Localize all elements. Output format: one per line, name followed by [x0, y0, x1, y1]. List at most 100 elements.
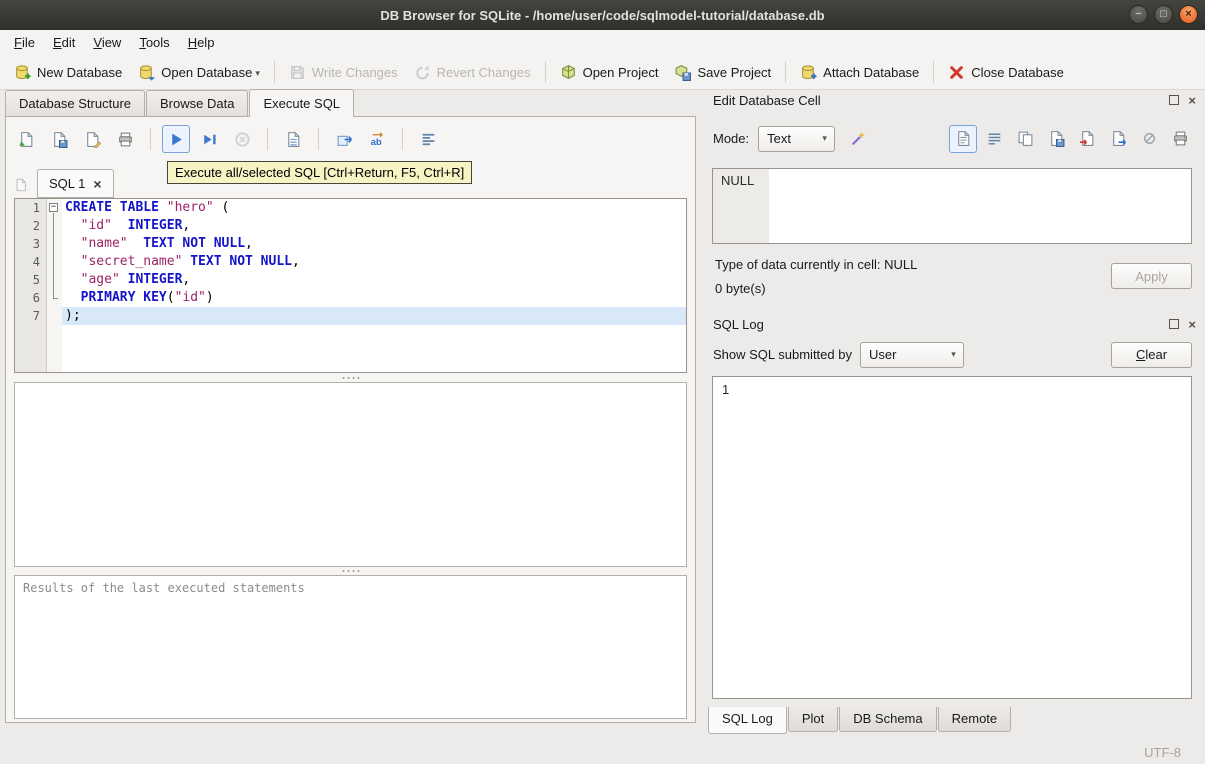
- attach-database-button[interactable]: Attach Database: [792, 59, 927, 86]
- code-text[interactable]: );: [62, 307, 686, 325]
- execute-all-button[interactable]: [162, 125, 190, 153]
- submitter-filter-label: Show SQL submitted by: [713, 347, 852, 362]
- results-message-area[interactable]: Results of the last executed statements: [14, 575, 687, 719]
- import-icon-button[interactable]: [1073, 125, 1101, 153]
- cell-type-info: Type of data currently in cell: NULL: [715, 257, 918, 272]
- menu-tools[interactable]: Tools: [130, 32, 178, 53]
- results-placeholder: Results of the last executed statements: [23, 581, 305, 595]
- code-text[interactable]: "name" TEXT NOT NULL,: [62, 235, 686, 253]
- minimize-button[interactable]: −: [1129, 5, 1148, 24]
- new-sql-tab-icon[interactable]: [14, 178, 28, 192]
- sql-editor-lines: 1− CREATE TABLE "hero" (2 "id" INTEGER, 3 …: [15, 199, 686, 325]
- close-button[interactable]: ×: [1179, 5, 1198, 24]
- splitter-handle[interactable]: [342, 568, 359, 574]
- editor-line: 2 "id" INTEGER,: [15, 217, 686, 235]
- sql-editor[interactable]: 1− CREATE TABLE "hero" (2 "id" INTEGER, 3 …: [14, 198, 687, 373]
- maximize-button[interactable]: □: [1154, 5, 1173, 24]
- save-sql-button[interactable]: [45, 125, 73, 153]
- wand-icon-button[interactable]: [844, 125, 872, 153]
- toolbar-separator: [544, 61, 546, 83]
- code-text[interactable]: "id" INTEGER,: [62, 217, 686, 235]
- line-number: 7: [32, 309, 40, 323]
- cell-editor[interactable]: NULL: [712, 168, 1192, 244]
- open-project-button[interactable]: Open Project: [552, 59, 667, 86]
- menu-help[interactable]: Help: [179, 32, 224, 53]
- sql-log-toolbar: Show SQL submitted by User ▾ Clear: [713, 341, 1192, 368]
- code-text[interactable]: PRIMARY KEY("id"): [62, 289, 686, 307]
- tab-browse-data[interactable]: Browse Data: [146, 90, 249, 116]
- dock-tab-remote[interactable]: Remote: [937, 707, 1012, 732]
- toolbar-button-label: Write Changes: [311, 64, 398, 80]
- line-number: 6: [32, 291, 40, 305]
- save-project-button[interactable]: Save Project: [666, 59, 779, 86]
- export-icon: [1110, 130, 1127, 147]
- execute-all-icon: [168, 131, 185, 148]
- line-number: 1: [32, 201, 40, 215]
- copy-icon-button[interactable]: [1011, 125, 1039, 153]
- close-tab-icon[interactable]: ×: [93, 177, 101, 191]
- new-database-icon: [14, 64, 31, 81]
- open-tab-button[interactable]: [330, 125, 358, 153]
- dock-controls: ×: [1169, 318, 1196, 331]
- close-dock-icon[interactable]: ×: [1188, 94, 1196, 107]
- results-grid[interactable]: [14, 382, 687, 567]
- dock-tab-db-schema[interactable]: DB Schema: [839, 707, 937, 732]
- tab-execute-sql[interactable]: Execute SQL: [249, 89, 355, 117]
- line-number: 2: [32, 219, 40, 233]
- splitter-handle[interactable]: [342, 375, 359, 381]
- close-database-button[interactable]: Close Database: [940, 59, 1072, 86]
- document-icon: [955, 130, 972, 147]
- sql-editor-tab[interactable]: SQL 1 ×: [37, 169, 114, 198]
- mode-combobox[interactable]: Text ▾: [758, 125, 836, 152]
- main-tab-bar: Database Structure Browse Data Execute SQL: [5, 89, 355, 117]
- cell-value: NULL: [721, 173, 755, 188]
- tab-database-structure[interactable]: Database Structure: [5, 90, 146, 116]
- svg-text:ab: ab: [370, 136, 381, 147]
- edit-cell-toolbar: Mode: Text ▾: [713, 124, 1194, 153]
- title-bar[interactable]: DB Browser for SQLite - /home/user/code/…: [0, 0, 1205, 30]
- code-text[interactable]: "age" INTEGER,: [62, 271, 686, 289]
- fold-guide: [46, 271, 62, 289]
- menu-file[interactable]: File: [5, 32, 44, 53]
- code-text[interactable]: "secret_name" TEXT NOT NULL,: [62, 253, 686, 271]
- null-icon-button[interactable]: [1135, 125, 1163, 153]
- print-button[interactable]: [111, 125, 139, 153]
- close-dock-icon[interactable]: ×: [1188, 318, 1196, 331]
- float-dock-icon[interactable]: [1169, 95, 1180, 105]
- document-icon-button[interactable]: [949, 124, 977, 153]
- save-sql-icon: [1048, 130, 1065, 147]
- sql-log-area[interactable]: 1: [712, 376, 1192, 699]
- export-icon-button[interactable]: [1104, 125, 1132, 153]
- editor-line: 6 PRIMARY KEY("id"): [15, 289, 686, 307]
- new-database-button[interactable]: New Database: [6, 59, 130, 86]
- save-sql-as-button[interactable]: [78, 125, 106, 153]
- fold-marker-icon[interactable]: −: [46, 199, 62, 217]
- code-text[interactable]: CREATE TABLE "hero" (: [62, 199, 686, 217]
- submitter-combobox[interactable]: User ▾: [859, 341, 964, 368]
- find-replace-icon: ab: [369, 131, 386, 148]
- find-replace-button[interactable]: ab: [363, 125, 391, 153]
- save-sql-icon-button[interactable]: [1042, 125, 1070, 153]
- execute-line-button[interactable]: [195, 125, 223, 153]
- justify-icon-button[interactable]: [980, 125, 1008, 153]
- dock-tab-plot[interactable]: Plot: [787, 707, 839, 732]
- clear-button[interactable]: Clear: [1111, 341, 1192, 368]
- toolbar-button-label: Save Project: [697, 64, 772, 80]
- fold-guide: [46, 289, 62, 307]
- sql-log-title-text: SQL Log: [713, 316, 764, 332]
- open-database-button[interactable]: Open Database ▾: [130, 59, 268, 86]
- sql-log-dock-title: SQL Log ×: [704, 313, 1205, 335]
- float-dock-icon[interactable]: [1169, 319, 1180, 329]
- format-sql-button[interactable]: [414, 125, 442, 153]
- execute-sql-panel: ab SQL 1 × 1− CREATE TABLE "hero" (2 "id"…: [5, 116, 696, 723]
- execute-sql-tooltip: Execute all/selected SQL [Ctrl+Return, F…: [167, 161, 473, 184]
- dropdown-arrow-icon[interactable]: ▾: [255, 68, 260, 81]
- open-sql-button[interactable]: [12, 125, 40, 153]
- window-title: DB Browser for SQLite - /home/user/code/…: [380, 7, 825, 23]
- print-icon-button[interactable]: [1166, 125, 1194, 153]
- menu-edit[interactable]: Edit: [44, 32, 84, 53]
- dock-tab-sql-log[interactable]: SQL Log: [708, 707, 787, 734]
- menu-view[interactable]: View: [84, 32, 130, 53]
- save-results-button[interactable]: [279, 125, 307, 153]
- edit-cell-title-text: Edit Database Cell: [713, 92, 821, 108]
